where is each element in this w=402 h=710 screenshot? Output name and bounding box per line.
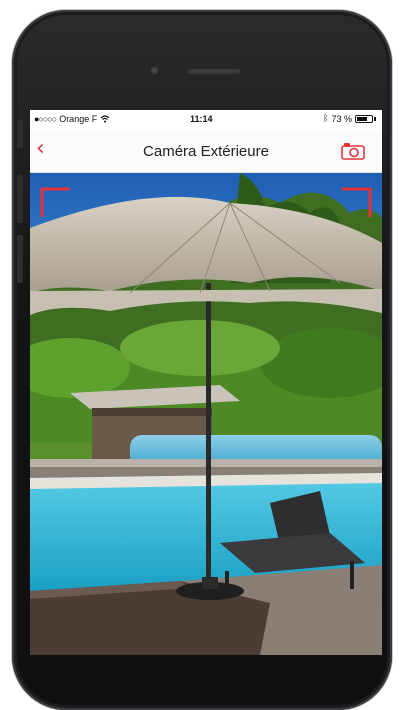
- carrier-label: Orange F: [59, 114, 98, 124]
- status-bar: ●○○○○ Orange F 11:14 ᛒ 73 %: [30, 110, 382, 130]
- camera-feed-image: [30, 173, 382, 655]
- battery-level-fill: [357, 117, 368, 121]
- bluetooth-icon: ᛒ: [323, 114, 329, 124]
- mute-switch: [17, 120, 23, 148]
- battery-percent: 73 %: [331, 114, 352, 124]
- frame-corner-top-left: [40, 187, 70, 217]
- status-time: 11:14: [190, 114, 213, 124]
- battery-tip: [374, 117, 376, 121]
- volume-down-button: [17, 235, 23, 283]
- camera-icon[interactable]: [340, 142, 366, 160]
- navigation-bar: ‹ Caméra Extérieure: [30, 130, 382, 173]
- battery-icon: [355, 115, 373, 123]
- front-camera: [150, 66, 161, 77]
- volume-up-button: [17, 175, 23, 223]
- earpiece-speaker: [188, 69, 240, 74]
- wifi-icon: [100, 115, 110, 123]
- camera-live-feed[interactable]: [30, 173, 382, 655]
- page-title: Caméra Extérieure: [143, 143, 269, 160]
- app-screen: ●○○○○ Orange F 11:14 ᛒ 73 % ‹ Caméra Ext…: [30, 110, 382, 655]
- frame-corner-top-right: [342, 187, 372, 217]
- signal-icon: ●○○○○: [34, 114, 57, 124]
